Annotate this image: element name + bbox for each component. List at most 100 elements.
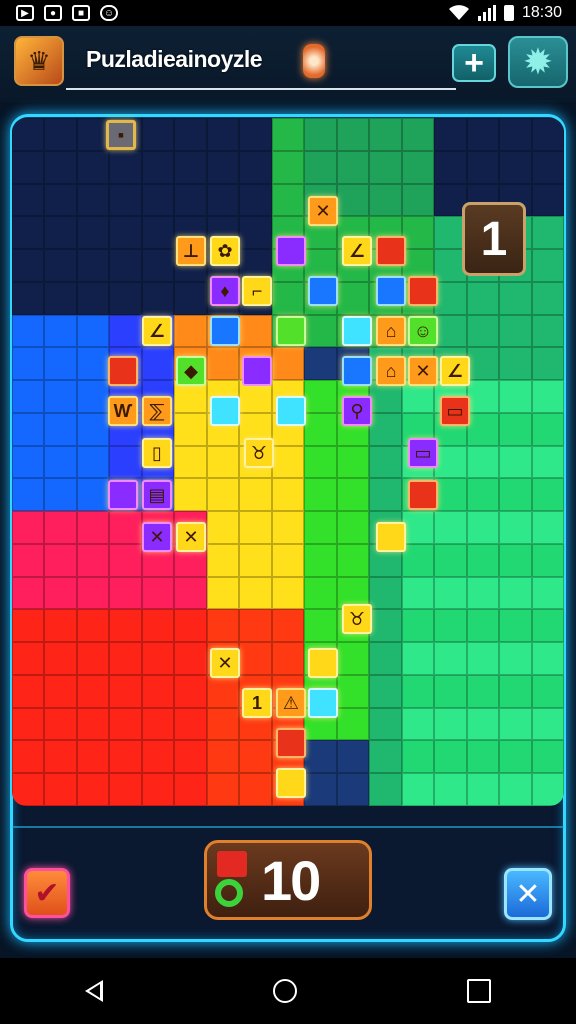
- board-cell[interactable]: [109, 576, 142, 610]
- recents-icon[interactable]: [467, 979, 491, 1003]
- board-cell[interactable]: [206, 740, 240, 774]
- board-cell[interactable]: [76, 380, 110, 413]
- board-cell[interactable]: [531, 511, 564, 544]
- board-cell[interactable]: [44, 380, 77, 413]
- board-cell[interactable]: [531, 412, 564, 446]
- board-cell[interactable]: [12, 150, 45, 184]
- board-cell[interactable]: [109, 150, 142, 184]
- game-tile[interactable]: ∠: [342, 236, 372, 266]
- board-cell[interactable]: [271, 609, 305, 643]
- board-cell[interactable]: [466, 412, 500, 446]
- board-cell[interactable]: [271, 118, 305, 151]
- game-tile[interactable]: ▪: [106, 120, 136, 150]
- game-tile[interactable]: [276, 236, 306, 266]
- game-tile[interactable]: 1: [242, 688, 272, 718]
- game-tile[interactable]: [276, 728, 306, 758]
- game-tile[interactable]: [308, 648, 338, 678]
- board-cell[interactable]: [44, 412, 77, 446]
- board-cell[interactable]: [369, 773, 402, 806]
- board-cell[interactable]: [336, 773, 370, 806]
- board-cell[interactable]: [206, 150, 240, 184]
- board-cell[interactable]: [466, 773, 500, 806]
- game-tile[interactable]: [376, 276, 406, 306]
- board-cell[interactable]: [499, 314, 532, 348]
- board-cell[interactable]: [76, 576, 110, 610]
- board-cell[interactable]: [466, 380, 500, 413]
- board-cell[interactable]: [76, 543, 110, 577]
- board-cell[interactable]: [336, 478, 370, 512]
- board-cell[interactable]: [239, 740, 272, 774]
- board-cell[interactable]: [434, 118, 467, 151]
- board-cell[interactable]: [174, 118, 207, 151]
- board-cell[interactable]: [304, 412, 337, 446]
- board-cell[interactable]: [369, 478, 402, 512]
- board-cell[interactable]: [304, 740, 337, 774]
- board-cell[interactable]: [12, 576, 45, 610]
- board-cell[interactable]: [206, 478, 240, 512]
- game-tile[interactable]: ◆: [176, 356, 206, 386]
- board-cell[interactable]: [141, 118, 175, 151]
- game-tile[interactable]: ▯: [142, 438, 172, 468]
- game-tile[interactable]: [408, 276, 438, 306]
- board-cell[interactable]: [336, 150, 370, 184]
- board-cell[interactable]: [434, 609, 467, 643]
- board-cell[interactable]: [531, 216, 564, 250]
- board-cell[interactable]: [531, 642, 564, 675]
- board-cell[interactable]: [12, 609, 45, 643]
- board-cell[interactable]: [141, 773, 175, 806]
- board-cell[interactable]: [76, 674, 110, 708]
- board-cell[interactable]: [434, 576, 467, 610]
- game-tile[interactable]: [210, 396, 240, 426]
- board-cell[interactable]: [401, 609, 435, 643]
- board-cell[interactable]: [271, 150, 305, 184]
- board-cell[interactable]: [531, 445, 564, 479]
- board-cell[interactable]: [466, 609, 500, 643]
- board-cell[interactable]: [401, 150, 435, 184]
- board-cell[interactable]: [12, 314, 45, 348]
- board-cell[interactable]: [174, 642, 207, 675]
- board-cell[interactable]: [141, 347, 175, 381]
- game-tile[interactable]: ⊥: [176, 236, 206, 266]
- board-cell[interactable]: [141, 150, 175, 184]
- game-tile[interactable]: ⌂: [376, 316, 406, 346]
- board-cell[interactable]: [369, 674, 402, 708]
- board-cell[interactable]: [466, 347, 500, 381]
- game-tile[interactable]: [408, 480, 438, 510]
- game-tile[interactable]: ♉: [342, 604, 372, 634]
- game-tile[interactable]: [242, 356, 272, 386]
- board-cell[interactable]: [499, 674, 532, 708]
- board-cell[interactable]: [336, 674, 370, 708]
- board-cell[interactable]: [466, 281, 500, 315]
- board-cell[interactable]: [434, 543, 467, 577]
- board-cell[interactable]: [44, 445, 77, 479]
- board-cell[interactable]: [174, 445, 207, 479]
- board-cell[interactable]: [141, 249, 175, 282]
- board-cell[interactable]: [499, 707, 532, 741]
- home-icon[interactable]: [273, 979, 297, 1003]
- board-cell[interactable]: [12, 707, 45, 741]
- board-cell[interactable]: [271, 642, 305, 675]
- game-tile[interactable]: ⚠: [276, 688, 306, 718]
- board-cell[interactable]: [44, 511, 77, 544]
- game-tile[interactable]: [376, 522, 406, 552]
- game-tile[interactable]: [276, 316, 306, 346]
- game-tile[interactable]: ♦: [210, 276, 240, 306]
- board-cell[interactable]: [44, 183, 77, 217]
- board-cell[interactable]: [271, 445, 305, 479]
- board-cell[interactable]: [12, 773, 45, 806]
- board-cell[interactable]: [336, 281, 370, 315]
- board-cell[interactable]: [369, 642, 402, 675]
- board-cell[interactable]: [369, 445, 402, 479]
- board-cell[interactable]: [369, 707, 402, 741]
- game-tile[interactable]: [108, 356, 138, 386]
- board-cell[interactable]: [76, 216, 110, 250]
- board-cell[interactable]: [44, 773, 77, 806]
- game-tile[interactable]: [342, 356, 372, 386]
- board-cell[interactable]: [499, 543, 532, 577]
- board-cell[interactable]: [531, 773, 564, 806]
- board-cell[interactable]: [499, 150, 532, 184]
- board-cell[interactable]: [44, 576, 77, 610]
- board-cell[interactable]: [499, 281, 532, 315]
- board-cell[interactable]: [401, 511, 435, 544]
- game-tile[interactable]: ∠: [142, 316, 172, 346]
